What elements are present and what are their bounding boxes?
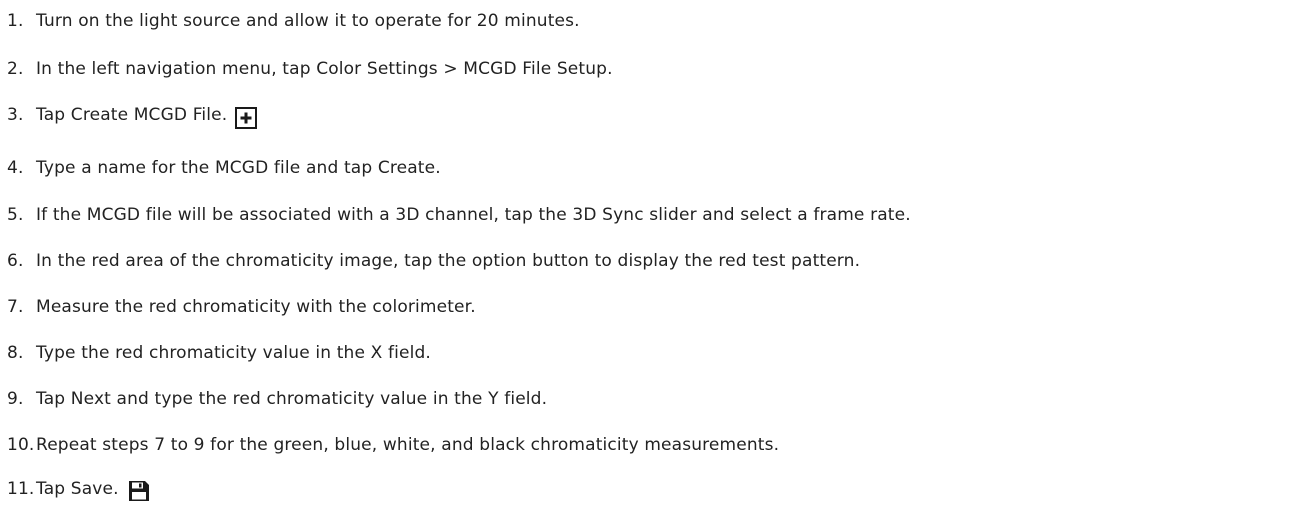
ui-label-save: Save (70, 479, 114, 499)
ui-label-y: Y (488, 389, 499, 409)
step-text: In the red area of the chromaticity imag… (36, 251, 861, 271)
ui-label-next: Next (70, 389, 111, 409)
ui-label-create: Create (377, 158, 436, 178)
step-text-end: . (221, 105, 228, 125)
step-text-end: field. (382, 343, 431, 363)
step-text: Tap (36, 389, 71, 409)
step-10: 10. Repeat steps 7 to 9 for the green, b… (0, 434, 779, 456)
step-number: 10. (7, 435, 35, 455)
step-text: Turn on the light source and allow it to… (36, 11, 580, 31)
ui-label-create-mcgd-file: Create MCGD File (70, 105, 222, 125)
plus-square-icon (235, 104, 258, 129)
step-4: 4. Type a name for the MCGD file and tap… (0, 157, 441, 179)
step-9: 9. Tap Next and type the red chromaticit… (0, 388, 547, 410)
step-number: 6. (7, 251, 24, 271)
ui-label-3d-sync: 3D Sync (572, 205, 644, 225)
ui-label-x: X (370, 343, 383, 363)
step-number: 11. (7, 479, 35, 499)
step-text-end: field. (498, 389, 548, 409)
step-6: 6. In the red area of the chromaticity i… (0, 250, 860, 272)
step-number: 5. (7, 205, 24, 225)
step-5: 5. If the MCGD file will be associated w… (0, 204, 911, 226)
step-1: 1. Turn on the light source and allow it… (0, 10, 580, 32)
step-text: In the left navigation menu, tap (36, 59, 317, 79)
step-11: 11. Tap Save . (0, 477, 151, 501)
step-2: 2. In the left navigation menu, tap Colo… (0, 58, 613, 80)
step-number: 1. (7, 11, 24, 31)
step-text: Tap (36, 479, 71, 499)
step-number: 7. (7, 297, 24, 317)
step-text: Type a name for the MCGD file and tap (36, 158, 378, 178)
save-floppy-icon (127, 477, 151, 501)
ui-label-color-settings-path: Color Settings > MCGD File Setup (316, 59, 608, 79)
step-number: 3. (7, 105, 24, 125)
step-8: 8. Type the red chromaticity value in th… (0, 342, 431, 364)
step-text-end: . (113, 479, 119, 499)
step-number: 9. (7, 389, 24, 409)
step-number: 8. (7, 343, 24, 363)
step-text: Type the red chromaticity value in the (36, 343, 371, 363)
step-text-end: slider and select a frame rate. (643, 205, 911, 225)
step-7: 7. Measure the red chromaticity with the… (0, 296, 476, 318)
step-text: Measure the red chromaticity with the co… (36, 297, 476, 317)
step-text-end: . (607, 59, 613, 79)
step-text: Tap (36, 105, 71, 125)
step-text-end: . (435, 158, 441, 178)
step-text: Repeat steps 7 to 9 for the green, blue,… (36, 435, 780, 455)
step-number: 4. (7, 158, 24, 178)
step-text: If the MCGD file will be associated with… (36, 205, 573, 225)
step-number: 2. (7, 59, 24, 79)
step-text-mid: and type the red chromaticity value in t… (111, 389, 489, 409)
instruction-steps: 1. Turn on the light source and allow it… (0, 0, 1303, 527)
step-3: 3. Tap Create MCGD File . (0, 104, 258, 129)
